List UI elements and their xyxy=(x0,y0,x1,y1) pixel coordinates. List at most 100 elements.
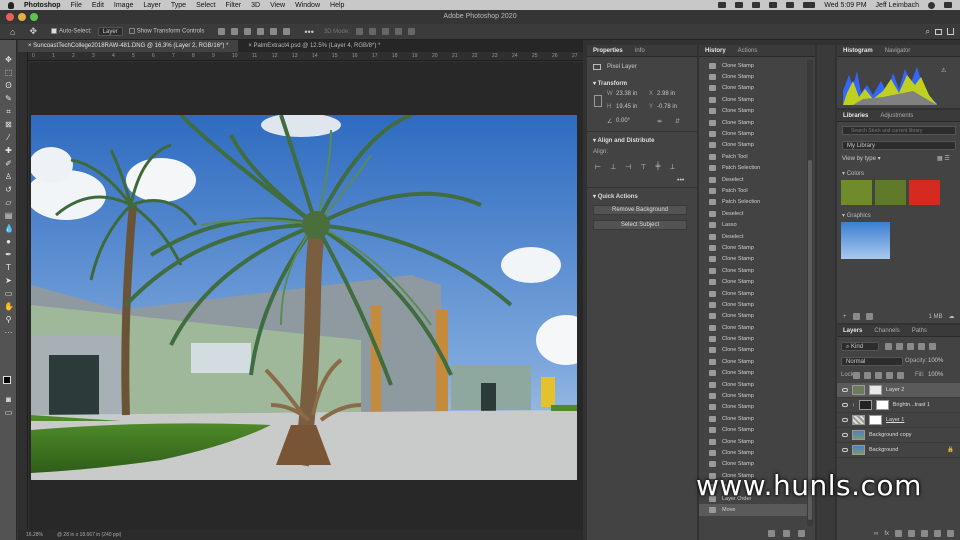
flip-vertical-icon[interactable]: ⇵ xyxy=(675,118,680,125)
history-item[interactable]: Patch Selection xyxy=(699,163,807,174)
3d-slide-icon[interactable] xyxy=(394,28,402,35)
transform-controls-checkbox[interactable]: Show Transform Controls xyxy=(128,28,204,35)
menu-app-name[interactable]: Photoshop xyxy=(24,2,61,9)
filter-type-icon[interactable] xyxy=(907,343,914,350)
control-center-icon[interactable] xyxy=(944,2,952,8)
document-image[interactable] xyxy=(31,115,577,480)
vertical-ruler[interactable] xyxy=(18,52,28,530)
type-tool-icon[interactable]: T xyxy=(4,264,13,272)
select-subject-button[interactable]: Select Subject xyxy=(593,220,687,230)
history-item[interactable]: Clone Stamp xyxy=(699,106,807,117)
menu-view[interactable]: View xyxy=(270,2,285,9)
zoom-window-button[interactable] xyxy=(30,13,38,21)
layer-name[interactable]: Layer 1 xyxy=(886,417,904,423)
history-item[interactable]: Clone Stamp xyxy=(699,140,807,151)
history-item[interactable]: Clone Stamp xyxy=(699,425,807,436)
dodge-tool-icon[interactable]: ● xyxy=(4,238,13,246)
hand-tool-icon[interactable]: ✋ xyxy=(4,303,14,311)
pen-tool-icon[interactable]: ✒ xyxy=(4,251,13,259)
align-right-icon[interactable]: ⊣ xyxy=(625,163,631,171)
menu-edit[interactable]: Edit xyxy=(92,2,104,9)
doc-tab-active[interactable]: × SuncoastTechCollege2018RAW-481.DNG @ 1… xyxy=(18,40,239,52)
lock-transparent-icon[interactable] xyxy=(853,372,860,379)
history-item[interactable]: Clone Stamp xyxy=(699,71,807,82)
quick-actions-title[interactable]: ▾ Quick Actions xyxy=(593,193,638,200)
align-left-icon[interactable]: ⊢ xyxy=(595,163,601,171)
apple-icon[interactable] xyxy=(8,1,14,9)
clock[interactable]: Wed 5:09 PM xyxy=(824,2,866,9)
history-item[interactable]: Clone Stamp xyxy=(699,413,807,424)
layer-row[interactable]: Layer 1 xyxy=(837,413,960,428)
tab-navigator[interactable]: Navigator xyxy=(879,45,917,56)
more-tools-icon[interactable]: ··· xyxy=(4,329,13,337)
history-item[interactable]: Deselect xyxy=(699,231,807,242)
eye-icon[interactable] xyxy=(842,403,848,407)
history-list[interactable]: Clone Stamp Clone Stamp Clone Stamp Clone S… xyxy=(699,60,807,526)
history-scrollbar[interactable] xyxy=(807,60,813,526)
history-brush-tool-icon[interactable]: ↺ xyxy=(4,186,13,194)
menu-window[interactable]: Window xyxy=(295,2,320,9)
history-item[interactable]: Clone Stamp xyxy=(699,254,807,265)
folder-icon[interactable] xyxy=(852,313,860,320)
history-item[interactable]: Patch Tool xyxy=(699,151,807,162)
menu-type[interactable]: Type xyxy=(171,2,186,9)
history-item[interactable]: Patch Selection xyxy=(699,197,807,208)
auto-select-checkbox[interactable]: Auto-Select: xyxy=(50,28,92,35)
tab-histogram[interactable]: Histogram xyxy=(837,45,879,56)
eye-icon[interactable] xyxy=(842,448,848,452)
history-item[interactable]: Clone Stamp xyxy=(699,322,807,333)
status-icon[interactable] xyxy=(735,2,744,8)
share-icon[interactable] xyxy=(947,28,954,35)
history-item[interactable]: Clone Stamp xyxy=(699,356,807,367)
lock-position-icon[interactable] xyxy=(875,372,882,379)
history-item[interactable]: Clone Stamp xyxy=(699,311,807,322)
graphic-thumbnail[interactable] xyxy=(841,222,890,259)
library-search-input[interactable] xyxy=(842,126,956,135)
tab-paths[interactable]: Paths xyxy=(906,325,933,336)
filter-shape-icon[interactable] xyxy=(918,343,925,350)
workspace-icon[interactable] xyxy=(935,28,942,35)
move-tool-icon[interactable]: ✥ xyxy=(4,56,13,64)
menu-select[interactable]: Select xyxy=(196,2,215,9)
search-icon[interactable] xyxy=(928,1,935,9)
align-bottom-icon[interactable] xyxy=(244,28,252,35)
close-window-button[interactable] xyxy=(6,13,14,21)
link-icon[interactable] xyxy=(594,95,602,107)
lock-all-icon[interactable] xyxy=(897,372,904,379)
history-item[interactable]: Clone Stamp xyxy=(699,447,807,458)
status-icon[interactable] xyxy=(718,2,727,8)
align-hcenter-icon[interactable]: ⊥ xyxy=(610,163,616,171)
add-mask-icon[interactable] xyxy=(895,530,902,537)
align-vcenter-icon[interactable]: ╪ xyxy=(655,163,660,171)
history-item[interactable]: Clone Stamp xyxy=(699,288,807,299)
blend-mode-dropdown[interactable]: Normal xyxy=(841,357,903,366)
menu-filter[interactable]: Filter xyxy=(226,2,242,9)
history-item[interactable]: Deselect xyxy=(699,174,807,185)
link-layers-icon[interactable]: ∞ xyxy=(874,531,878,537)
minimize-window-button[interactable] xyxy=(18,13,26,21)
history-item[interactable]: Clone Stamp xyxy=(699,299,807,310)
history-item[interactable]: Clone Stamp xyxy=(699,276,807,287)
remove-background-button[interactable]: Remove Background xyxy=(593,205,687,215)
trash-icon[interactable] xyxy=(947,530,954,537)
tab-channels[interactable]: Channels xyxy=(868,325,905,336)
tab-actions[interactable]: Actions xyxy=(732,45,764,56)
clone-stamp-tool-icon[interactable]: ♙ xyxy=(4,173,13,181)
frame-tool-icon[interactable]: ⊠ xyxy=(4,121,13,129)
healing-brush-tool-icon[interactable]: ✚ xyxy=(4,147,13,155)
new-layer-icon[interactable] xyxy=(934,530,941,537)
lasso-tool-icon[interactable]: ʘ xyxy=(4,82,13,90)
rectangle-tool-icon[interactable]: ▭ xyxy=(4,290,13,298)
marquee-tool-icon[interactable]: ⬚ xyxy=(4,69,13,77)
align-hcenter-icon[interactable] xyxy=(270,28,278,35)
cloud-icon[interactable]: ☁ xyxy=(949,313,955,320)
layer-name[interactable]: Brightn...trast 1 xyxy=(893,402,930,408)
3d-roll-icon[interactable] xyxy=(368,28,376,35)
fill-field[interactable]: 100% xyxy=(928,372,943,378)
3d-rotate-icon[interactable] xyxy=(355,28,363,35)
add-asset-icon[interactable]: + xyxy=(843,314,847,320)
align-right-icon[interactable] xyxy=(283,28,291,35)
history-item[interactable]: Clone Stamp xyxy=(699,379,807,390)
history-item[interactable]: Clone Stamp xyxy=(699,117,807,128)
quick-select-tool-icon[interactable]: ✎ xyxy=(4,95,13,103)
